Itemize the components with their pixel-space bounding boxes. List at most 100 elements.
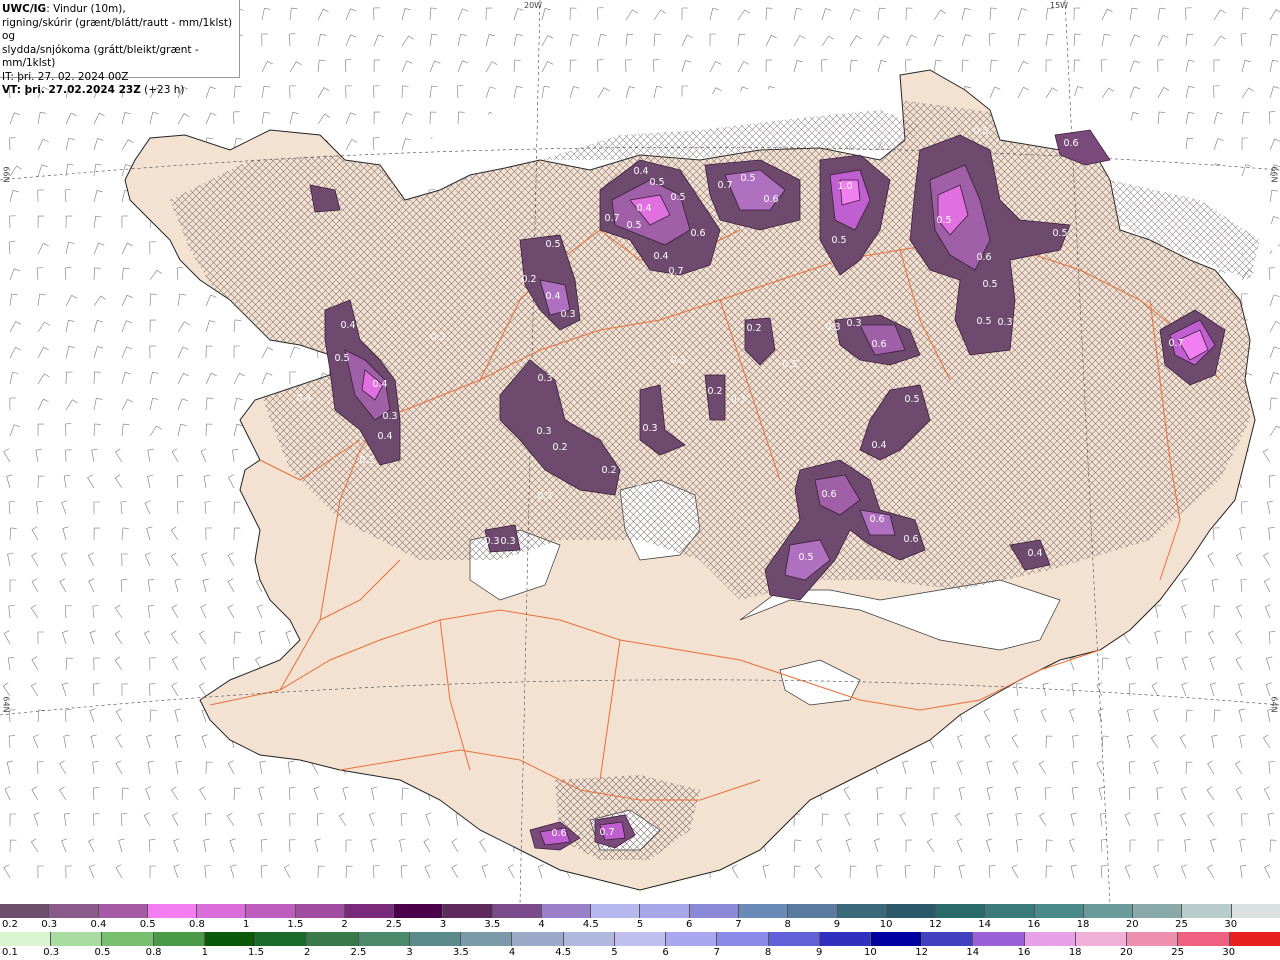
wind-barb [65,241,75,255]
wind-barb [204,501,211,515]
lon-label-15w: 15W [1050,1,1069,10]
wind-barb [451,838,459,853]
wind-barb [429,111,437,125]
wind-barb [121,320,132,333]
wind-barb [37,138,49,151]
wind-barb [1269,59,1279,73]
wind-barb [1071,682,1078,697]
wind-barb [261,7,271,21]
wind-barb [8,605,15,619]
legend_rain-tick-label: 3.5 [452,947,469,958]
wind-barb [933,59,942,73]
legend_snow-tick-label: 7 [735,919,742,930]
wind-barb [401,60,413,73]
wind-barb [793,7,803,21]
wind-barb [1185,7,1192,21]
legend_snow-swatch [49,904,99,918]
wind-barb [200,604,207,619]
wind-barb [429,7,437,21]
wind-barb [1211,578,1218,593]
wind-barb [3,448,11,463]
wind-barb [202,578,209,593]
legend_rain-tick-label: 14 [966,947,980,958]
wind-barb [2,682,11,697]
lat-label-66n-left: 66N [1,166,11,183]
legend_rain-swatch [1229,932,1280,946]
wind-barb [9,527,17,541]
legend_snow-tick-label: 0.5 [139,919,156,930]
wind-barb [1269,346,1280,359]
precip-value-label: 0.4 [545,291,560,302]
wind-barb [149,657,156,671]
wind-barb [737,9,750,21]
wind-barb [1268,761,1275,775]
wind-barb [1129,86,1140,99]
wind-barb [625,59,632,73]
wind-barb [1017,60,1029,73]
precip-value-label: 0.2 [552,442,567,453]
wind-barb [372,137,380,151]
legend_rain-swatch [0,932,52,946]
wind-barb [1153,760,1160,775]
model-name: UWC/IG [2,3,47,15]
wind-barb [485,34,495,47]
wind-barb [1045,59,1053,73]
wind-barb [36,501,43,515]
legend_rain-swatch [768,932,820,946]
wind-barb [37,164,48,177]
wind-barb [1129,34,1141,47]
wind-barb [65,294,78,307]
wind-barb [30,604,39,619]
legend_snow-tick-label: 3.5 [484,919,501,930]
wind-barb [1262,734,1271,749]
wind-barb [986,786,993,801]
wind-barb [1265,682,1272,697]
wind-barb [989,86,1001,99]
wind-barb [233,397,243,411]
precip-value-label: 0.4 [340,320,355,331]
legend_snow-swatch [1231,904,1280,918]
wind-barb [233,787,241,801]
wind-barb [199,656,207,671]
wind-barb [905,59,912,73]
wind-barb [260,865,268,879]
legend_snow-swatch [541,904,592,918]
forecast-offset: (+23 h) [144,84,185,96]
wind-barb [1263,552,1271,567]
wind-barb [9,321,22,333]
wind-barb [1156,657,1163,671]
wind-barb [1153,708,1160,723]
wind-barb [1181,656,1189,671]
wind-barb [37,761,44,775]
wind-barb [1185,137,1194,151]
wind-barb [205,423,213,437]
legend_snow-swatch [1083,904,1134,918]
wind-barb [1239,526,1246,541]
legend_rain-tick-label: 4 [508,947,516,958]
legend_snow-swatch [985,904,1035,918]
wind-barb [569,59,577,73]
legend_snow-tick-label: 25 [1175,919,1188,930]
legend_rain-swatch [153,932,205,946]
wind-barb [9,165,22,177]
wind-barb [653,33,661,47]
wind-barb [64,267,72,281]
wind-barb [65,137,75,151]
legend_rain-swatch [870,932,923,946]
precip-value-label: 0.6 [763,194,778,205]
wind-barb [1269,397,1278,411]
wind-barb [1039,812,1047,827]
precip-value-label: 0.7 [668,266,683,277]
legend_rain-swatch [358,932,410,946]
wind-barb [1045,33,1054,47]
wind-barb [114,630,123,645]
wind-barb [930,760,937,775]
wind-barb [1235,630,1243,645]
wind-barb [1073,7,1081,21]
wind-barb [144,500,151,515]
wind-barb [1126,734,1134,749]
wind-barb [146,734,153,749]
precip-value-label: 0.6 [551,828,566,839]
wind-barb [986,838,993,853]
wind-barb [61,500,68,515]
